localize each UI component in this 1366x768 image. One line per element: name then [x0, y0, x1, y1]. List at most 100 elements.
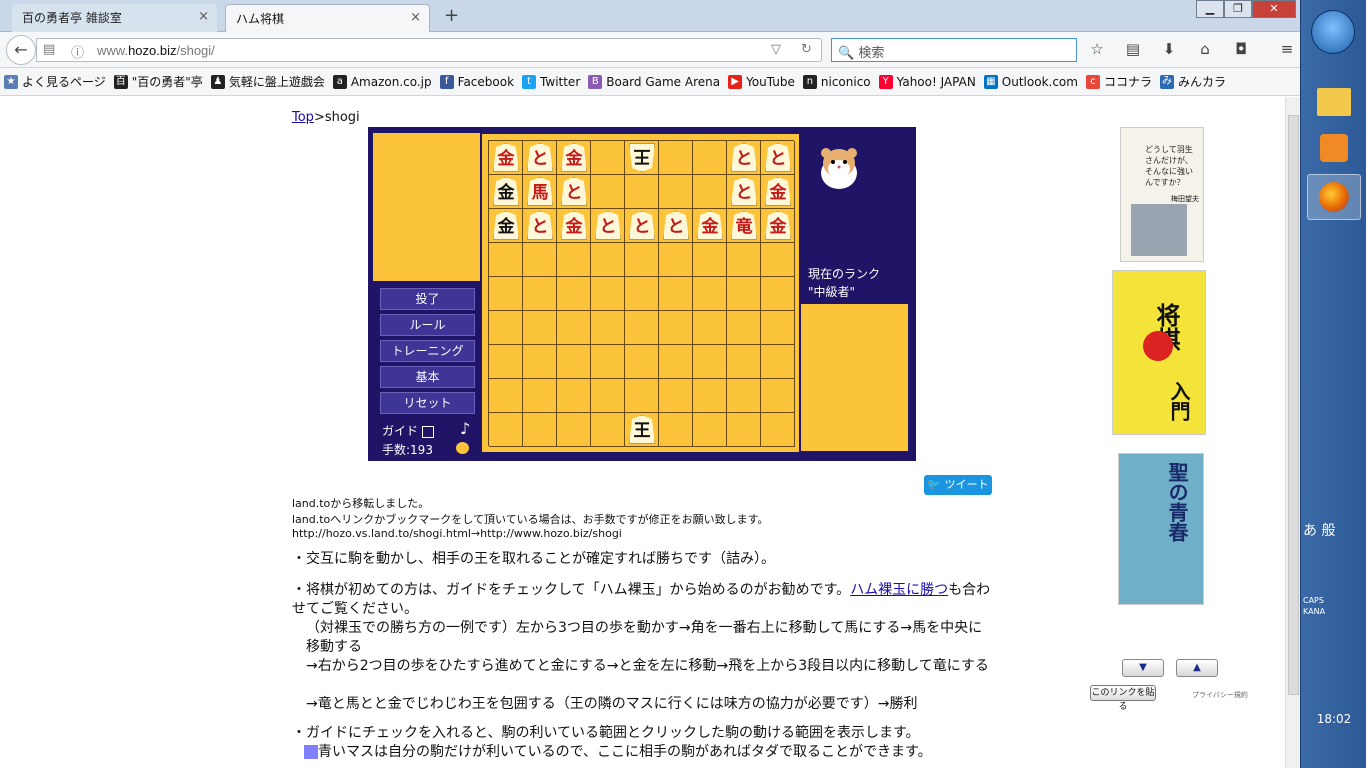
board-square[interactable] — [489, 379, 523, 413]
board-square[interactable]: と — [523, 141, 557, 175]
info-icon[interactable]: ⓘ — [71, 42, 84, 61]
board-square[interactable]: 金 — [761, 175, 795, 209]
bookmark-item[interactable]: t Twitter — [522, 74, 580, 89]
board-square[interactable]: 王 — [625, 413, 659, 447]
shogi-piece[interactable]: 金 — [765, 177, 791, 206]
board-square[interactable] — [727, 311, 761, 345]
start-button[interactable] — [1311, 10, 1355, 54]
board-square[interactable] — [727, 243, 761, 277]
board-square[interactable] — [659, 277, 693, 311]
board-square[interactable] — [489, 243, 523, 277]
shogi-piece[interactable]: 馬 — [527, 177, 553, 206]
ham-hadaka-link[interactable]: ハム裸玉に勝つ — [850, 582, 948, 598]
board-square[interactable] — [523, 413, 557, 447]
rules-button[interactable]: ルール — [380, 314, 475, 336]
board-square[interactable] — [693, 175, 727, 209]
board-square[interactable]: 金 — [693, 209, 727, 243]
board-square[interactable] — [591, 141, 625, 175]
book-ad-2[interactable]: 将棋 入門 — [1112, 270, 1206, 435]
board-square[interactable] — [625, 311, 659, 345]
book-ad-3[interactable]: 聖の青春 — [1118, 453, 1204, 605]
reload-icon[interactable]: ↻ — [801, 42, 812, 57]
board-square[interactable] — [523, 243, 557, 277]
board-square[interactable] — [523, 379, 557, 413]
board-square[interactable] — [659, 413, 693, 447]
board-square[interactable]: と — [523, 209, 557, 243]
reset-button[interactable]: リセット — [380, 392, 475, 414]
board-square[interactable] — [659, 345, 693, 379]
board-square[interactable]: 王 — [625, 141, 659, 175]
shogi-piece[interactable]: と — [765, 143, 791, 172]
board-square[interactable] — [625, 345, 659, 379]
bookmark-item[interactable]: ★ よく見るページ — [4, 73, 106, 90]
board-square[interactable]: 金 — [761, 209, 795, 243]
bookmark-star-icon[interactable]: ☆ — [1086, 40, 1108, 58]
shogi-piece[interactable]: と — [663, 211, 689, 240]
download-icon[interactable]: ⬇ — [1158, 40, 1180, 58]
board-square[interactable]: 金 — [489, 209, 523, 243]
breadcrumb-top-link[interactable]: Top — [292, 110, 314, 125]
board-square[interactable]: 金 — [489, 175, 523, 209]
home-icon[interactable]: ⌂ — [1194, 40, 1216, 58]
bookmark-item[interactable]: c ココナラ — [1085, 73, 1152, 90]
board-square[interactable] — [727, 345, 761, 379]
shogi-piece[interactable]: と — [527, 211, 553, 240]
training-button[interactable]: トレーニング — [380, 340, 475, 362]
board-square[interactable] — [761, 413, 795, 447]
board-square[interactable] — [557, 243, 591, 277]
shogi-piece[interactable]: と — [561, 177, 587, 206]
shogi-piece[interactable]: と — [629, 211, 655, 240]
board-square[interactable] — [693, 277, 727, 311]
ad-next-button[interactable]: ▼ — [1122, 659, 1164, 677]
shogi-piece[interactable]: 金 — [765, 211, 791, 240]
bookmark-item[interactable]: f Facebook — [439, 74, 514, 89]
board-square[interactable] — [591, 175, 625, 209]
board-square[interactable] — [523, 345, 557, 379]
tab-close-icon[interactable]: × — [198, 9, 209, 24]
board-square[interactable] — [693, 243, 727, 277]
board-square[interactable]: と — [591, 209, 625, 243]
board-square[interactable] — [591, 311, 625, 345]
tab-chat-room[interactable]: 百の勇者亭 雑談室 × — [12, 4, 217, 32]
board-square[interactable] — [625, 379, 659, 413]
board-square[interactable]: 馬 — [523, 175, 557, 209]
clock[interactable]: 18:02 — [1301, 712, 1366, 726]
board-square[interactable] — [489, 277, 523, 311]
resign-button[interactable]: 投了 — [380, 288, 475, 310]
board-square[interactable] — [659, 175, 693, 209]
board-square[interactable]: 竜 — [727, 209, 761, 243]
bookmark-item[interactable]: Y Yahoo! JAPAN — [878, 74, 976, 89]
board-square[interactable] — [625, 277, 659, 311]
dropdown-arrow-icon[interactable]: ▽ — [771, 42, 781, 57]
url-bar[interactable]: ▤ ⓘ www.hozo.biz/shogi/ ▽ ↻ — [36, 38, 822, 62]
tab-ham-shogi[interactable]: ハム将棋 × — [225, 4, 430, 32]
shogi-piece[interactable]: と — [731, 143, 757, 172]
board-square[interactable] — [591, 413, 625, 447]
board-square[interactable] — [761, 379, 795, 413]
shogi-piece[interactable]: 王 — [629, 415, 655, 444]
bookmark-item[interactable]: B Board Game Arena — [588, 74, 720, 89]
media-player-icon[interactable] — [1307, 126, 1361, 172]
bookmark-item[interactable]: ▶ YouTube — [728, 74, 795, 89]
board-square[interactable]: と — [727, 141, 761, 175]
board-square[interactable] — [557, 311, 591, 345]
board-square[interactable] — [489, 413, 523, 447]
reading-list-icon[interactable]: ▤ — [1122, 40, 1144, 58]
back-button[interactable]: ← — [6, 35, 36, 65]
board-square[interactable] — [693, 379, 727, 413]
board-square[interactable] — [591, 277, 625, 311]
minimize-button[interactable]: ▁ — [1196, 0, 1224, 18]
board-square[interactable] — [523, 311, 557, 345]
menu-icon[interactable]: ≡ — [1276, 40, 1298, 58]
board-square[interactable]: と — [761, 141, 795, 175]
board-square[interactable] — [557, 413, 591, 447]
board-square[interactable] — [761, 243, 795, 277]
scrollbar-thumb[interactable] — [1288, 115, 1299, 695]
board-square[interactable] — [727, 379, 761, 413]
board-square[interactable]: 金 — [557, 141, 591, 175]
board-square[interactable] — [557, 277, 591, 311]
shogi-piece[interactable]: 金 — [561, 143, 587, 172]
board-square[interactable] — [693, 345, 727, 379]
board-square[interactable]: 金 — [489, 141, 523, 175]
board-square[interactable] — [693, 141, 727, 175]
